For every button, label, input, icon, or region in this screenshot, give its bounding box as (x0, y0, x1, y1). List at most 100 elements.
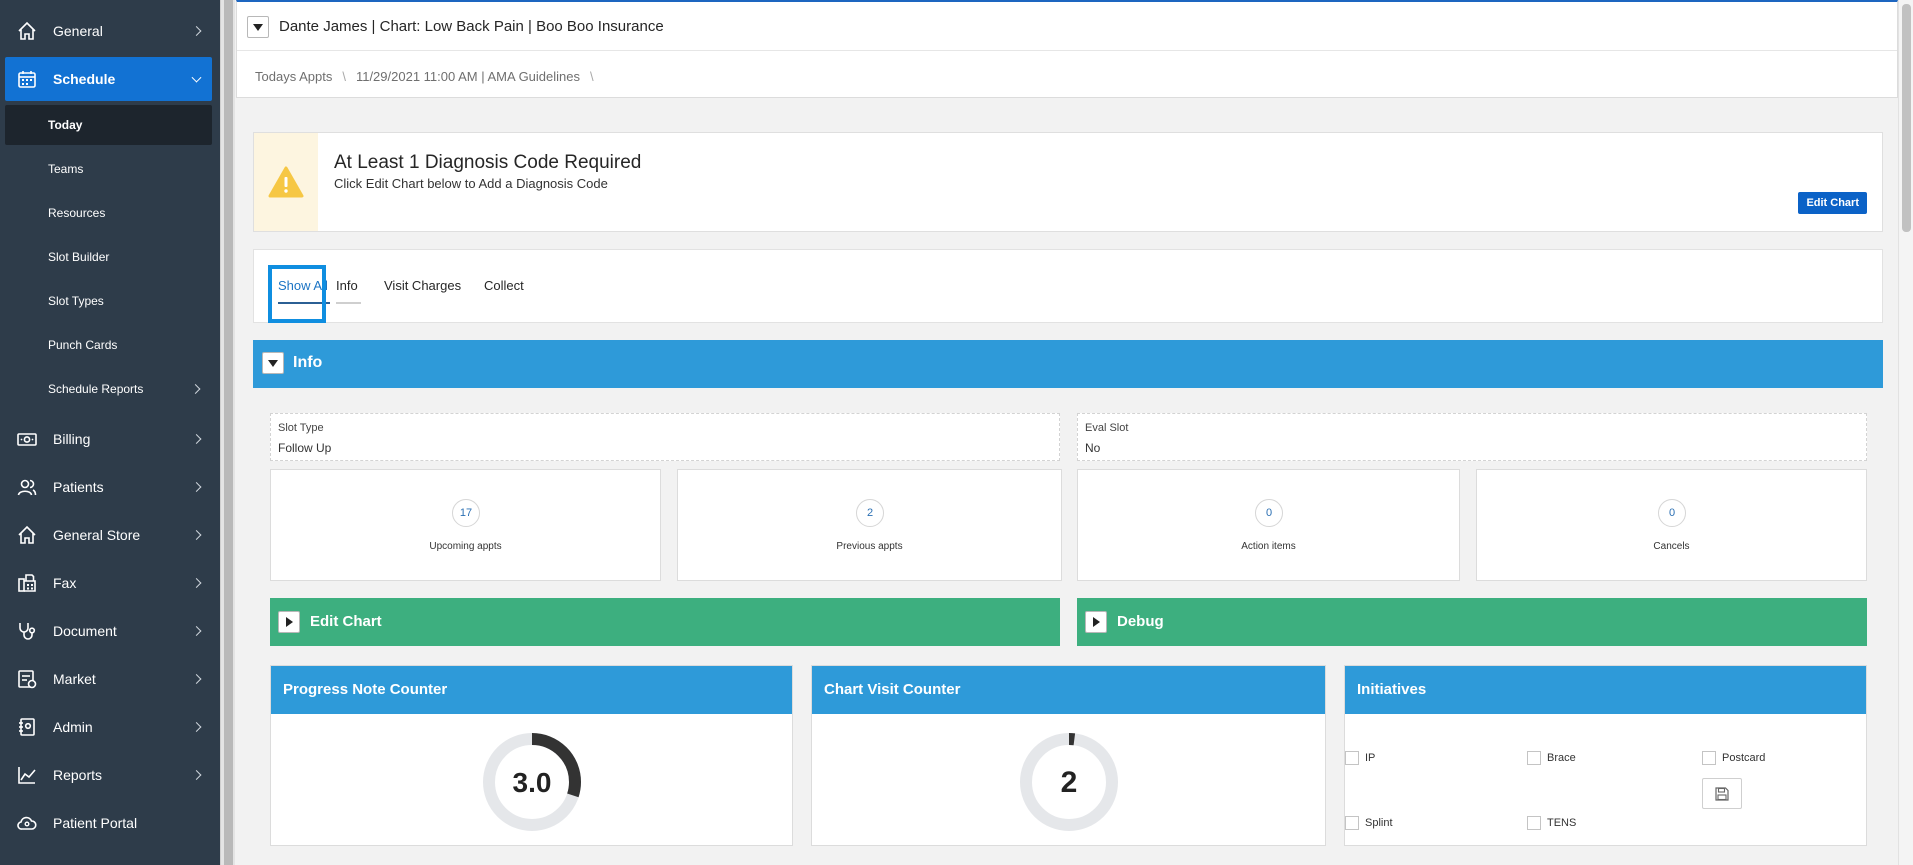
edit-chart-expand-button[interactable] (278, 611, 300, 633)
chart-icon (16, 764, 38, 786)
cloud-icon (16, 812, 38, 834)
stat-cancels[interactable]: 0 Cancels (1476, 469, 1867, 581)
progress-note-donut: 3.0 (483, 733, 581, 831)
caret-right-icon (1092, 617, 1100, 627)
checkbox[interactable] (1527, 751, 1541, 765)
nav-label: General (53, 23, 103, 39)
stethoscope-icon (16, 620, 38, 642)
checkbox[interactable] (1345, 751, 1359, 765)
stat-upcoming-appts[interactable]: 17 Upcoming appts (270, 469, 661, 581)
checkbox-label: TENS (1547, 817, 1577, 829)
stat-count: 17 (452, 499, 480, 527)
caret-down-icon (268, 359, 278, 367)
nav-schedule[interactable]: Schedule (5, 57, 212, 101)
nav-market[interactable]: Market (5, 657, 212, 701)
sidebar-scrollbar[interactable] (220, 0, 235, 865)
save-icon (1715, 786, 1729, 801)
nav-label: Patients (53, 479, 104, 495)
sidebar-item-today[interactable]: Today (5, 105, 212, 145)
chevron-right-icon (191, 482, 202, 492)
nav-billing[interactable]: Billing (5, 417, 212, 461)
info-collapse-button[interactable] (262, 352, 284, 374)
initiative-tens-checkbox[interactable]: TENS (1527, 816, 1576, 830)
breadcrumb-todays-appts[interactable]: Todays Appts (255, 69, 332, 84)
sub-label: Resources (48, 206, 106, 220)
nav-label: General Store (53, 527, 141, 543)
sidebar: General Schedule Today Teams Resources S… (0, 0, 220, 865)
checkbox[interactable] (1702, 751, 1716, 765)
sidebar-item-teams[interactable]: Teams (5, 149, 212, 189)
sub-label: Today (48, 118, 83, 132)
nav-label: Schedule (53, 71, 116, 87)
sidebar-item-resources[interactable]: Resources (5, 193, 212, 233)
eval-slot-field: Eval Slot No (1077, 413, 1867, 461)
edit-chart-section-header[interactable]: Edit Chart (270, 598, 1060, 646)
checkbox[interactable] (1527, 816, 1541, 830)
nav-general-store[interactable]: General Store (5, 513, 212, 557)
tab-info[interactable]: Info (336, 278, 358, 293)
sidebar-item-punch-cards[interactable]: Punch Cards (5, 325, 212, 365)
breadcrumb-separator: \ (590, 69, 594, 84)
nav-reports[interactable]: Reports (5, 753, 212, 797)
admin-icon (16, 716, 38, 738)
page-header: Dante James | Chart: Low Back Pain | Boo… (236, 0, 1898, 98)
sub-label: Slot Builder (48, 250, 110, 264)
nav-label: Billing (53, 431, 91, 447)
chevron-right-icon (191, 26, 202, 36)
stat-label: Previous appts (836, 541, 903, 552)
nav-patients[interactable]: Patients (5, 465, 212, 509)
edit-chart-button[interactable]: Edit Chart (1798, 192, 1867, 214)
chart-visit-counter-widget: Chart Visit Counter 2 (811, 665, 1326, 846)
page-scrollbar[interactable] (1898, 0, 1913, 865)
stat-action-items[interactable]: 0 Action items (1077, 469, 1460, 581)
scrollbar-thumb[interactable] (1902, 4, 1911, 232)
sub-label: Punch Cards (48, 338, 118, 352)
initiative-postcard-checkbox[interactable]: Postcard (1702, 751, 1765, 765)
nav-fax[interactable]: Fax (5, 561, 212, 605)
sidebar-item-slot-builder[interactable]: Slot Builder (5, 237, 212, 277)
info-section-header[interactable]: Info (253, 340, 1883, 388)
widget-header: Chart Visit Counter (812, 666, 1325, 714)
tab-indicator (336, 302, 361, 304)
section-title: Debug (1117, 613, 1164, 630)
nav-admin[interactable]: Admin (5, 705, 212, 749)
alert-title: At Least 1 Diagnosis Code Required (334, 152, 642, 173)
debug-expand-button[interactable] (1085, 611, 1107, 633)
sub-label: Schedule Reports (48, 382, 144, 396)
nav-patient-portal[interactable]: Patient Portal (5, 801, 212, 845)
field-label: Eval Slot (1085, 422, 1129, 434)
nav-label: Fax (53, 575, 77, 591)
checkbox-label: Postcard (1722, 752, 1766, 764)
market-icon (16, 668, 38, 690)
divider (237, 50, 1897, 51)
tab-visit-charges[interactable]: Visit Charges (384, 278, 461, 293)
checkbox[interactable] (1345, 816, 1359, 830)
widget-title: Progress Note Counter (283, 681, 448, 698)
tab-collect[interactable]: Collect (484, 278, 524, 293)
nav-general[interactable]: General (5, 9, 212, 53)
chevron-down-icon (191, 72, 202, 83)
save-initiatives-button[interactable] (1702, 778, 1742, 809)
sub-label: Teams (48, 162, 84, 176)
tab-bar: Show All Info Visit Charges Collect (253, 249, 1883, 323)
debug-section-header[interactable]: Debug (1077, 598, 1867, 646)
section-title: Info (293, 354, 323, 371)
stat-previous-appts[interactable]: 2 Previous appts (677, 469, 1062, 581)
nav-label: Market (53, 671, 96, 687)
initiative-ip-checkbox[interactable]: IP (1345, 751, 1375, 765)
checkbox-label: IP (1365, 752, 1376, 764)
stat-label: Cancels (1653, 541, 1690, 552)
header-collapse-button[interactable] (247, 16, 269, 38)
breadcrumb-appointment[interactable]: 11/29/2021 11:00 AM | AMA Guidelines (356, 69, 580, 84)
chevron-right-icon (191, 674, 202, 684)
sidebar-item-slot-types[interactable]: Slot Types (5, 281, 212, 321)
initiative-brace-checkbox[interactable]: Brace (1527, 751, 1576, 765)
nav-document[interactable]: Document (5, 609, 212, 653)
caret-down-icon (253, 23, 263, 31)
widget-title: Chart Visit Counter (824, 681, 961, 698)
sidebar-item-schedule-reports[interactable]: Schedule Reports (5, 369, 212, 409)
widget-header: Initiatives (1345, 666, 1866, 714)
initiative-splint-checkbox[interactable]: Splint (1345, 816, 1393, 830)
scrollbar-thumb[interactable] (224, 0, 233, 865)
donut-value: 2 (1061, 766, 1078, 799)
